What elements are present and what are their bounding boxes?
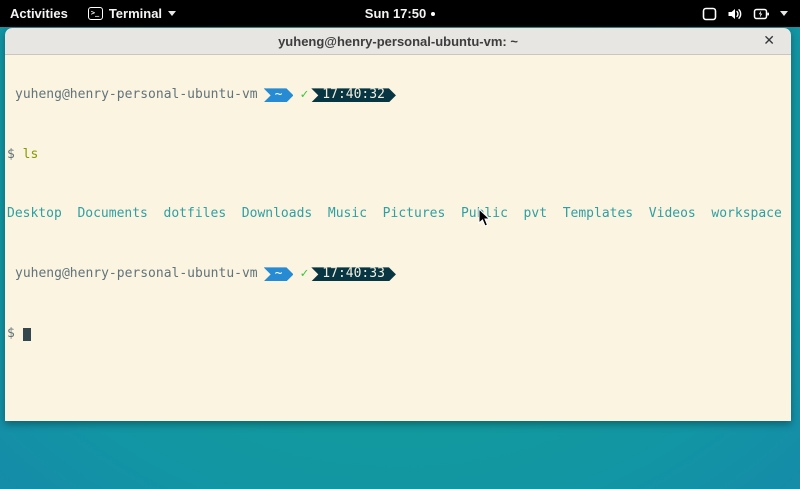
- clock-button[interactable]: Sun 17:50: [355, 0, 445, 27]
- system-status-area[interactable]: [690, 0, 800, 27]
- terminal-content[interactable]: yuheng@henry-personal-ubuntu-vm ~ ✓ 17:4…: [5, 55, 791, 421]
- terminal-cursor: [23, 328, 31, 341]
- clock-label: Sun 17:50: [365, 6, 426, 21]
- notification-dot-icon: [431, 12, 435, 16]
- command-text: ls: [23, 148, 39, 163]
- powerline-time-segment: 17:40:32: [311, 88, 396, 102]
- app-menu-button[interactable]: >_ Terminal: [78, 0, 186, 27]
- status-check-icon: ✓: [300, 267, 308, 282]
- terminal-window: yuheng@henry-personal-ubuntu-vm: ~ ✕ yuh…: [5, 28, 791, 421]
- powerline-path-segment: ~: [264, 267, 294, 281]
- prompt-symbol: $: [7, 327, 15, 342]
- prompt-line: yuheng@henry-personal-ubuntu-vm ~ ✓ 17:4…: [7, 267, 791, 282]
- display-icon: [702, 7, 717, 21]
- prompt-user: yuheng@henry-personal-ubuntu-vm: [7, 88, 258, 103]
- ls-output-line: Desktop Documents dotfiles Downloads Mus…: [7, 207, 791, 222]
- desktop-wallpaper: Activities >_ Terminal Sun 17:50: [0, 0, 800, 489]
- titlebar[interactable]: yuheng@henry-personal-ubuntu-vm: ~ ✕: [5, 28, 791, 55]
- directory-listing: Desktop Documents dotfiles Downloads Mus…: [7, 207, 782, 222]
- terminal-icon: >_: [88, 7, 103, 20]
- input-line: $: [7, 327, 791, 342]
- battery-charging-icon: [753, 7, 770, 21]
- command-line: $ ls: [7, 148, 791, 163]
- top-bar: Activities >_ Terminal Sun 17:50: [0, 0, 800, 27]
- prompt-user: yuheng@henry-personal-ubuntu-vm: [7, 267, 258, 282]
- chevron-down-icon: [780, 11, 788, 16]
- powerline-time-segment: 17:40:33: [311, 267, 396, 281]
- volume-icon: [727, 7, 743, 21]
- activities-button[interactable]: Activities: [0, 0, 78, 27]
- powerline-path-segment: ~: [264, 88, 294, 102]
- prompt-symbol: $: [7, 148, 15, 163]
- close-button[interactable]: ✕: [761, 32, 777, 50]
- app-menu-label: Terminal: [109, 6, 162, 21]
- window-title: yuheng@henry-personal-ubuntu-vm: ~: [278, 34, 518, 49]
- command-text: [15, 148, 23, 163]
- status-check-icon: ✓: [300, 88, 308, 103]
- prompt-line: yuheng@henry-personal-ubuntu-vm ~ ✓ 17:4…: [7, 88, 791, 103]
- top-bar-left: Activities >_ Terminal: [0, 0, 186, 27]
- chevron-down-icon: [168, 11, 176, 16]
